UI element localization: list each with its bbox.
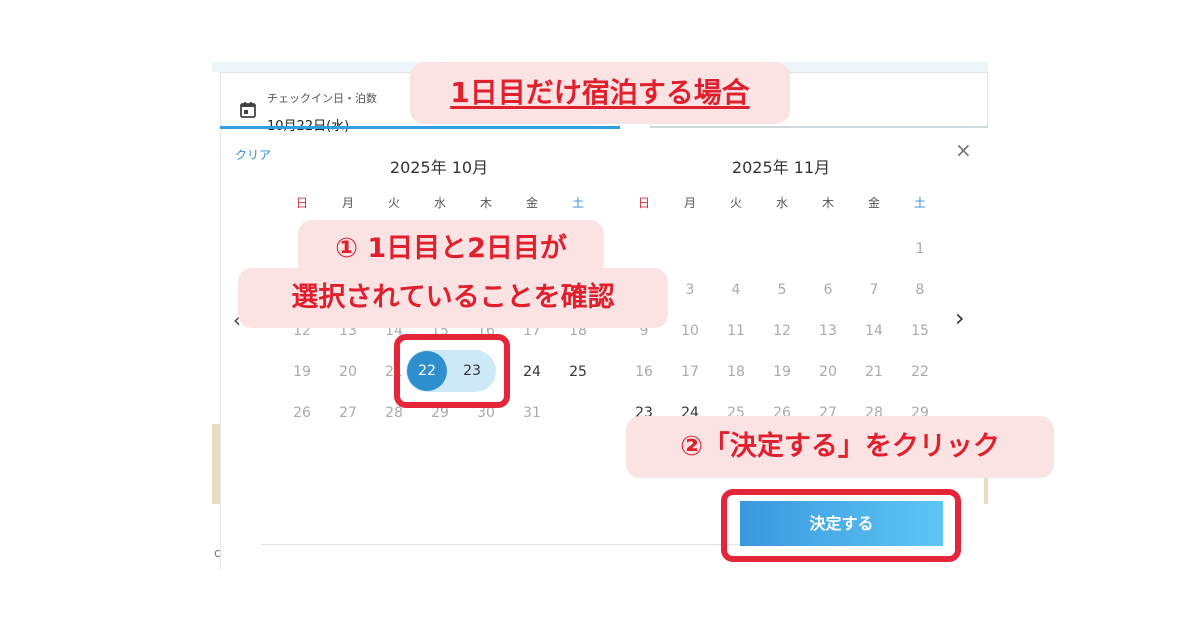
weekday-sun: 日 <box>637 196 650 210</box>
week-row: 3 4 5 6 7 8 <box>621 269 941 310</box>
chevron-right-icon[interactable]: › <box>955 304 965 332</box>
day-cell: 12 <box>773 322 791 339</box>
day-cell: 20 <box>819 363 837 380</box>
day-cell: 1 <box>915 240 925 257</box>
day-cell: 19 <box>293 363 311 380</box>
weekday-fri: 金 <box>525 196 538 210</box>
day-cell: 20 <box>339 363 357 380</box>
weekday-sat: 土 <box>913 196 926 210</box>
weekday-sat: 土 <box>571 196 584 210</box>
title-callout-text: 1日目だけ宿泊する場合 <box>450 76 750 109</box>
day-cell: 21 <box>865 363 883 380</box>
day-cell: 26 <box>293 404 311 421</box>
day-cell: 16 <box>635 363 653 380</box>
weekday-thu: 木 <box>821 196 834 210</box>
day-cell: 4 <box>731 281 741 298</box>
month-title: 2025年 11月 <box>731 158 831 177</box>
week-row: 9 10 11 12 13 14 15 <box>621 310 941 351</box>
day-cell: 18 <box>727 363 745 380</box>
highlight-box-button <box>721 489 961 562</box>
highlight-box-dates <box>394 334 510 408</box>
month-title: 2025年 10月 <box>389 158 489 177</box>
day-cell: 3 <box>685 281 695 298</box>
title-callout: 1日目だけ宿泊する場合 <box>410 62 790 124</box>
day-cell: 27 <box>339 404 357 421</box>
day-cell: 15 <box>911 322 929 339</box>
weekday-mon: 月 <box>683 196 696 210</box>
day-cell: 6 <box>823 281 833 298</box>
week-row: 16 17 18 19 20 21 22 <box>621 351 941 392</box>
day-cell: 14 <box>865 322 883 339</box>
day-cell: 5 <box>777 281 787 298</box>
weekday-wed: 水 <box>433 196 446 210</box>
checkin-label: チェックイン日・泊数 <box>267 92 377 105</box>
week-row: 1 <box>621 228 941 269</box>
calendar-icon <box>240 102 256 118</box>
weekday-sun: 日 <box>295 196 308 210</box>
day-cell[interactable]: 24 <box>509 364 555 380</box>
guest-field-underline <box>650 126 988 128</box>
day-cell: 11 <box>727 322 745 339</box>
nov-weeks: 1 3 4 5 6 7 8 9 10 11 12 13 14 15 16 17 … <box>621 228 941 433</box>
close-icon[interactable]: × <box>955 138 972 162</box>
day-cell: 19 <box>773 363 791 380</box>
day-cell: 13 <box>819 322 837 339</box>
day-cell[interactable]: 25 <box>555 364 601 380</box>
weekday-tue: 火 <box>387 196 400 210</box>
weekday-wed: 水 <box>775 196 788 210</box>
day-cell: 7 <box>869 281 879 298</box>
weekday-thu: 木 <box>479 196 492 210</box>
background-photo-edge <box>212 424 220 504</box>
day-cell: 31 <box>523 404 541 421</box>
day-cell: 10 <box>681 322 699 339</box>
clear-link[interactable]: クリア <box>235 146 271 163</box>
day-cell: 22 <box>911 363 929 380</box>
weekday-fri: 金 <box>867 196 880 210</box>
weekday-tue: 火 <box>729 196 742 210</box>
day-cell: 8 <box>915 281 925 298</box>
weekday-mon: 月 <box>341 196 354 210</box>
day-cell: 17 <box>681 363 699 380</box>
step2-callout: ②「決定する」をクリック <box>626 416 1054 478</box>
weekday-header: 日 月 火 水 木 金 土 <box>621 194 941 211</box>
step1-callout-line2: 選択されていることを確認 <box>238 268 668 328</box>
checkin-field-underline <box>220 126 620 129</box>
weekday-header: 日 月 火 水 木 金 土 <box>279 194 599 211</box>
